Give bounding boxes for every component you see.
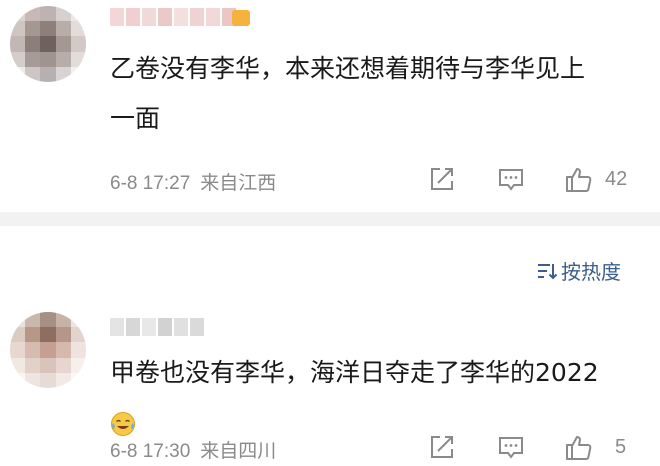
comment-divider (0, 212, 660, 226)
comment-text: 甲卷也没有李华，海洋日夺走了李华的2022 (110, 348, 630, 448)
avatar[interactable] (10, 6, 86, 82)
like-count: 5 (615, 436, 627, 458)
avatar[interactable] (10, 312, 86, 388)
sort-icon (538, 263, 558, 279)
sort-by-hot-button[interactable]: 按热度 (536, 256, 621, 285)
comment-text: 乙卷没有李华，本来还想着期待与李华见上 一面 (110, 44, 630, 144)
vip-badge-icon (232, 10, 250, 26)
thumbs-up-icon (566, 168, 592, 192)
like-count: 42 (605, 168, 628, 190)
comment-text-line: 一面 (110, 104, 161, 133)
comment-text-line: 乙卷没有李华，本来还想着期待与李华见上 (110, 54, 586, 83)
share-button[interactable] (427, 164, 457, 194)
share-button[interactable] (427, 432, 457, 462)
comment-icon (499, 169, 523, 191)
thumbs-up-icon (566, 436, 592, 460)
comment-time: 6-8 17:30 (110, 441, 191, 462)
comment-item: 甲卷也没有李华，海洋日夺走了李华的2022 6-8 17:30 来自四川 5 (0, 300, 660, 466)
crying-laughing-emoji-icon (111, 412, 135, 436)
comment-location: 来自四川 (200, 441, 277, 462)
comment-item: 乙卷没有李华，本来还想着期待与李华见上 一面 6-8 17:27 来自江西 42 (0, 0, 660, 212)
like-button[interactable] (564, 164, 594, 194)
reply-button[interactable] (496, 432, 526, 462)
comment-meta: 6-8 17:27 来自江西 (110, 168, 276, 195)
username-blurred[interactable] (110, 8, 236, 26)
sort-label: 按热度 (561, 260, 621, 284)
like-button[interactable] (564, 432, 594, 462)
comment-meta: 6-8 17:30 来自四川 (110, 436, 276, 463)
comment-text-line: 甲卷也没有李华，海洋日夺走了李华的2022 (110, 358, 599, 387)
comment-icon (499, 437, 523, 459)
comment-location: 来自江西 (200, 173, 277, 194)
reply-button[interactable] (496, 164, 526, 194)
comment-time: 6-8 17:27 (110, 173, 191, 194)
username-blurred[interactable] (110, 318, 204, 336)
share-icon (431, 436, 453, 458)
share-icon (431, 168, 453, 190)
